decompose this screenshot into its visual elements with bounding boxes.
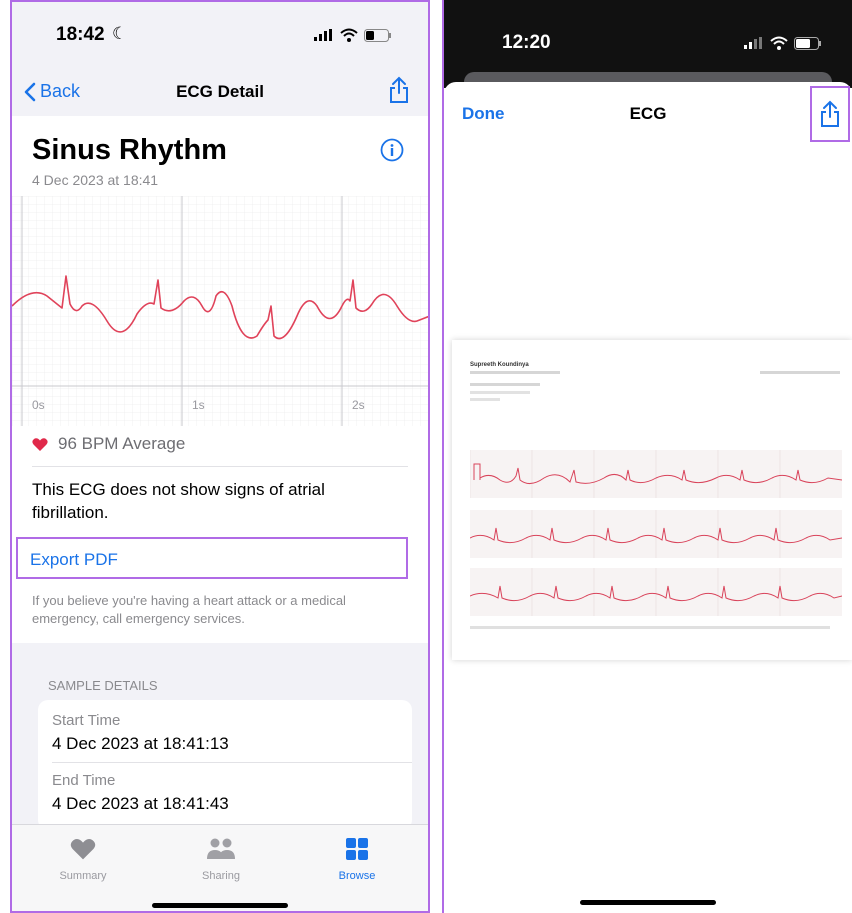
home-indicator (152, 903, 288, 908)
moon-icon: ☾ (112, 24, 128, 43)
pdf-meta-line (760, 371, 840, 374)
pdf-patient-name: Supreeth Koundinya (470, 362, 529, 368)
pdf-ecg-strip-2 (470, 510, 842, 558)
signal-icon (744, 37, 762, 49)
end-time-label: End Time (52, 772, 116, 789)
ecg-waveform-chart (12, 196, 428, 426)
battery-icon (364, 28, 391, 42)
tab-summary-label: Summary (59, 870, 107, 882)
status-icons (314, 28, 392, 42)
sheet-title: ECG (629, 104, 667, 123)
tick-0s: 0s (32, 398, 45, 412)
pdf-meta-line (470, 391, 530, 394)
ecg-description: This ECG does not show signs of atrial f… (32, 480, 325, 522)
status-icons (744, 36, 822, 50)
bpm-row: 96 BPM Average (32, 434, 185, 454)
info-icon (380, 138, 404, 162)
people-icon (207, 838, 235, 859)
bpm-average: 96 BPM Average (58, 434, 186, 453)
ecg-card: Sinus Rhythm 4 Dec 2023 at 18:41 0s 1s 2… (12, 116, 428, 643)
divider (32, 466, 408, 467)
status-bar: 18:42 ☾ (12, 2, 428, 64)
heart-icon (70, 839, 96, 860)
nav-title: ECG Detail (176, 82, 264, 101)
share-icon (390, 76, 408, 103)
status-time: 12:20 (502, 32, 551, 53)
rhythm-title: Sinus Rhythm (32, 134, 227, 166)
nav-bar: Back ECG Detail (12, 64, 428, 117)
signal-icon (314, 29, 332, 41)
info-button[interactable] (380, 138, 404, 167)
pdf-ecg-strip-1 (470, 450, 842, 498)
share-button[interactable] (810, 86, 850, 142)
tick-1s: 1s (192, 398, 205, 412)
start-time-label: Start Time (52, 712, 121, 729)
end-time-value: 4 Dec 2023 at 18:41:43 (52, 794, 229, 813)
tab-bar: Summary Sharing Browse (12, 824, 428, 911)
pdf-meta-line (470, 398, 500, 401)
tab-summary[interactable]: Summary (38, 837, 128, 882)
status-time: 18:42 (56, 24, 105, 45)
tick-2s: 2s (352, 398, 365, 412)
right-phone-screen: 12:20 Done ECG Supreeth Koundinya (442, 0, 852, 913)
sample-details-card: Start Time 4 Dec 2023 at 18:41:13 End Ti… (38, 700, 412, 830)
tab-browse-label: Browse (338, 870, 376, 882)
pdf-page: Supreeth Koundinya (452, 340, 852, 660)
wifi-icon (340, 28, 358, 42)
wifi-icon (770, 36, 788, 50)
pdf-preview-sheet: Done ECG Supreeth Koundinya (444, 82, 852, 913)
share-icon (821, 100, 839, 127)
pdf-ecg-strip-3 (470, 568, 842, 616)
battery-icon (794, 36, 821, 50)
tab-sharing-label: Sharing (202, 870, 240, 882)
export-pdf-button[interactable]: Export PDF (16, 537, 408, 579)
start-time-value: 4 Dec 2023 at 18:41:13 (52, 734, 229, 753)
divider (52, 762, 412, 763)
share-button[interactable] (388, 76, 410, 109)
left-phone-screen: 18:42 ☾ Back ECG Detail Sinus Rhythm 4 D… (10, 0, 430, 913)
sample-details-header: SAMPLE DETAILS (48, 678, 158, 693)
emergency-note: If you believe you're having a heart att… (32, 593, 346, 626)
home-indicator (580, 900, 716, 905)
tab-browse[interactable]: Browse (312, 837, 402, 882)
heart-icon (32, 437, 48, 451)
tab-sharing[interactable]: Sharing (176, 837, 266, 882)
pdf-footer-line (470, 626, 830, 629)
pdf-meta-line (470, 371, 560, 374)
pdf-meta-line (470, 383, 540, 386)
recording-date: 4 Dec 2023 at 18:41 (32, 172, 159, 188)
grid-icon (346, 838, 368, 860)
